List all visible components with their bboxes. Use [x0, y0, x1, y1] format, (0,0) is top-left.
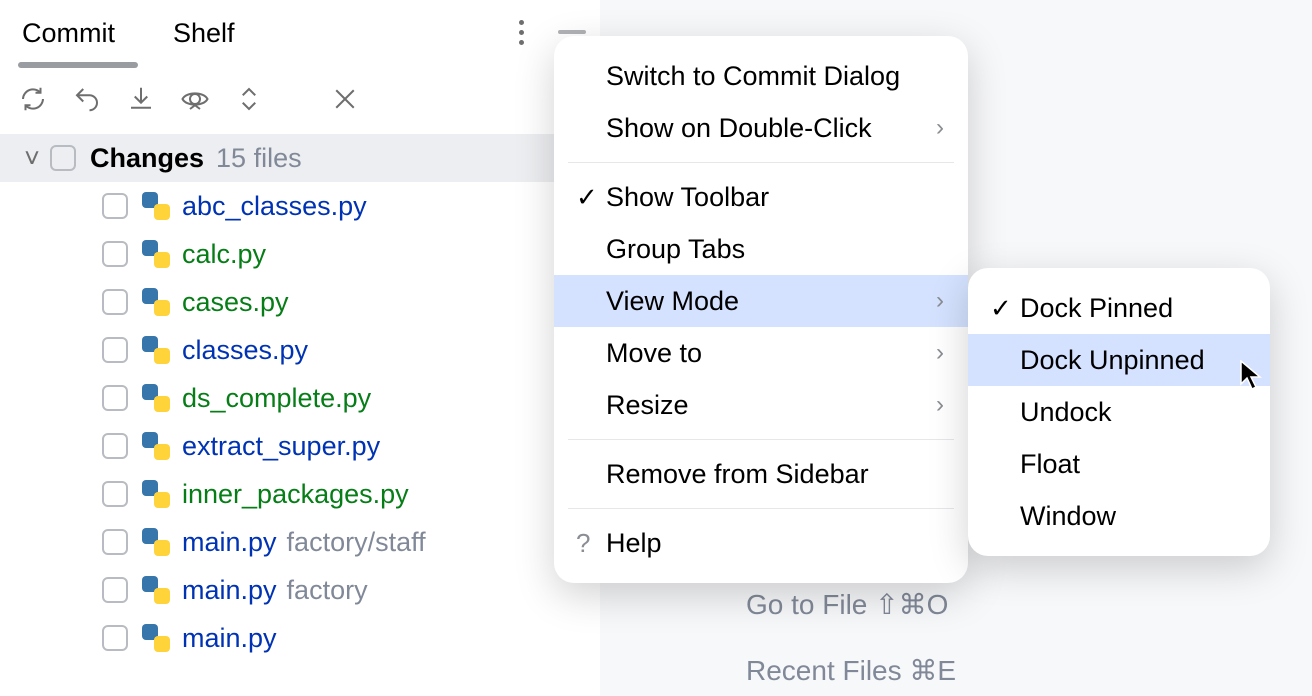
question-icon: ?	[576, 528, 606, 559]
check-icon: ✓	[990, 293, 1020, 324]
chevron-right-icon: ›	[936, 287, 944, 315]
python-file-icon	[142, 240, 170, 268]
file-name: main.py	[182, 623, 277, 654]
file-row[interactable]: classes.py	[0, 326, 600, 374]
chevron-right-icon: ›	[936, 114, 944, 142]
python-file-icon	[142, 192, 170, 220]
python-file-icon	[142, 624, 170, 652]
file-path: factory/staff	[287, 527, 426, 558]
file-checkbox[interactable]	[102, 625, 128, 651]
chevron-down-icon[interactable]: ˅	[22, 143, 42, 174]
menu-view-mode[interactable]: View Mode›	[554, 275, 968, 327]
file-row[interactable]: ds_complete.py	[0, 374, 600, 422]
panel-tabs: Commit Shelf	[0, 0, 600, 66]
menu-move-to[interactable]: Move to›	[554, 327, 968, 379]
refresh-icon[interactable]	[18, 84, 48, 114]
submenu-dock-pinned[interactable]: ✓Dock Pinned	[968, 282, 1270, 334]
menu-help[interactable]: ?Help	[554, 517, 968, 569]
file-checkbox[interactable]	[102, 385, 128, 411]
file-row[interactable]: main.py	[0, 614, 600, 662]
rollback-icon[interactable]	[72, 84, 102, 114]
changes-checkbox[interactable]	[50, 145, 76, 171]
hint-recent-files: Recent Files ⌘E	[746, 654, 956, 687]
file-name: cases.py	[182, 287, 289, 318]
file-row[interactable]: cases.py	[0, 278, 600, 326]
file-checkbox[interactable]	[102, 481, 128, 507]
tab-shelf[interactable]: Shelf	[169, 18, 239, 49]
file-checkbox[interactable]	[102, 289, 128, 315]
file-row[interactable]: main.py factory	[0, 566, 600, 614]
menu-separator	[568, 439, 954, 440]
file-name: ds_complete.py	[182, 383, 371, 414]
submenu-undock[interactable]: Undock	[968, 386, 1270, 438]
context-menu: Switch to Commit Dialog Show on Double-C…	[554, 36, 968, 583]
menu-show-toolbar[interactable]: ✓Show Toolbar	[554, 171, 968, 223]
file-name: inner_packages.py	[182, 479, 409, 510]
file-name: main.py	[182, 575, 277, 606]
python-file-icon	[142, 336, 170, 364]
menu-group-tabs[interactable]: Group Tabs	[554, 223, 968, 275]
menu-remove-sidebar[interactable]: Remove from Sidebar	[554, 448, 968, 500]
menu-switch-commit-dialog[interactable]: Switch to Commit Dialog	[554, 50, 968, 102]
file-name: classes.py	[182, 335, 308, 366]
changes-header-label: Changes	[90, 143, 204, 174]
file-row[interactable]: inner_packages.py	[0, 470, 600, 518]
file-checkbox[interactable]	[102, 433, 128, 459]
more-options-icon[interactable]	[512, 20, 530, 45]
file-checkbox[interactable]	[102, 193, 128, 219]
file-name: abc_classes.py	[182, 191, 367, 222]
python-file-icon	[142, 576, 170, 604]
python-file-icon	[142, 288, 170, 316]
expand-collapse-icon[interactable]	[234, 84, 264, 114]
python-file-icon	[142, 528, 170, 556]
file-checkbox[interactable]	[102, 337, 128, 363]
submenu-float[interactable]: Float	[968, 438, 1270, 490]
preview-diff-icon[interactable]	[180, 84, 210, 114]
cursor-icon	[1240, 360, 1262, 398]
submenu-dock-unpinned[interactable]: Dock Unpinned	[968, 334, 1270, 386]
file-checkbox[interactable]	[102, 577, 128, 603]
shelve-icon[interactable]	[126, 84, 156, 114]
tab-commit[interactable]: Commit	[18, 18, 119, 49]
python-file-icon	[142, 480, 170, 508]
file-checkbox[interactable]	[102, 529, 128, 555]
changes-header-row[interactable]: ˅ Changes 15 files	[0, 134, 600, 182]
check-icon: ✓	[576, 182, 606, 213]
collapse-handle-icon[interactable]	[558, 30, 586, 34]
commit-panel: Commit Shelf ˅ Changes 15 files abc_clas…	[0, 0, 600, 696]
chevron-right-icon: ›	[936, 391, 944, 419]
file-row[interactable]: abc_classes.py	[0, 182, 600, 230]
file-name: main.py	[182, 527, 277, 558]
close-icon[interactable]	[330, 84, 360, 114]
tab-underline	[18, 62, 138, 68]
file-name: extract_super.py	[182, 431, 380, 462]
file-row[interactable]: main.py factory/staff	[0, 518, 600, 566]
changes-file-count: 15 files	[216, 143, 302, 174]
hint-goto-file: Go to File ⇧⌘O	[746, 588, 948, 621]
chevron-right-icon: ›	[936, 339, 944, 367]
submenu-window[interactable]: Window	[968, 490, 1270, 542]
changes-tree: ˅ Changes 15 files abc_classes.py calc.py…	[0, 128, 600, 662]
file-row[interactable]: calc.py	[0, 230, 600, 278]
menu-separator	[568, 508, 954, 509]
file-checkbox[interactable]	[102, 241, 128, 267]
python-file-icon	[142, 384, 170, 412]
menu-resize[interactable]: Resize›	[554, 379, 968, 431]
file-name: calc.py	[182, 239, 266, 270]
view-mode-submenu: ✓Dock Pinned Dock Unpinned Undock Float …	[968, 268, 1270, 556]
file-path: factory	[287, 575, 368, 606]
menu-show-double-click[interactable]: Show on Double-Click›	[554, 102, 968, 154]
file-row[interactable]: extract_super.py	[0, 422, 600, 470]
panel-toolbar	[0, 66, 600, 128]
python-file-icon	[142, 432, 170, 460]
menu-separator	[568, 162, 954, 163]
